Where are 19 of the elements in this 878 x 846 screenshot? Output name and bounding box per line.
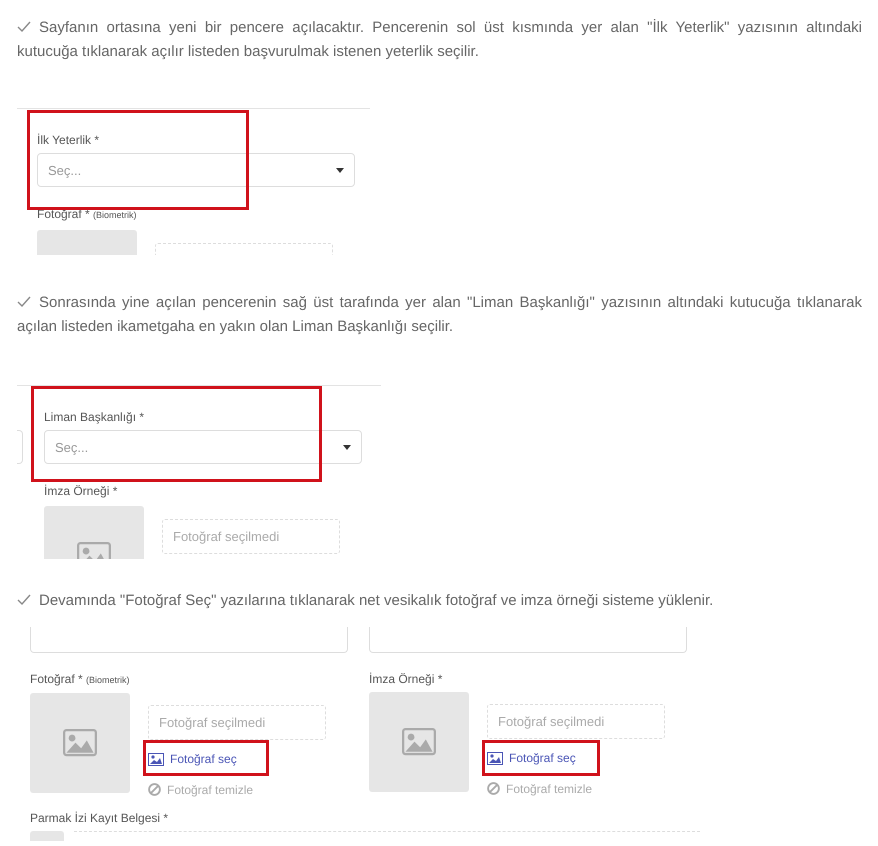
field-label: Fotoğraf * (Biometrik) (37, 207, 138, 222)
field-label: Liman Başkanlığı * (44, 410, 146, 424)
instruction-text: Devamında "Fotoğraf Seç" yazılarına tıklanarak net vesikalık fotoğraf ve imza örneği sisteme yüklenir. (17, 589, 862, 613)
field-label: İlk Yeterlik * (37, 133, 100, 147)
file-status-field: Fotoğraf seçilmedi (162, 519, 340, 554)
field-label: Parmak İzi Kayıt Belgesi * (30, 811, 170, 825)
field-label: Fotoğraf * (Biometrik) (30, 672, 131, 687)
select-field[interactable]: Seç... (37, 153, 355, 187)
clear-photo-link[interactable]: Fotoğraf temizle (487, 782, 592, 796)
file-status-field: Fotoğraf seçilmedi (487, 704, 665, 739)
select-field[interactable]: Seç... (44, 430, 362, 464)
field-label: İmza Örneği * (44, 484, 118, 498)
instruction-text: Sayfanın ortasına yeni bir pencere açılacaktır. Pencerenin sol üst kısmında yer alan "İlk Yeterlik" yazısının altındaki kutucuğa tıklanarak açılır listeden başvurulmak istenen yeterlik seçilir. (17, 18, 862, 62)
choose-photo-link[interactable]: Fotoğraf seç (487, 751, 576, 765)
file-status-field: Fotoğraf seçilmedi (148, 705, 326, 740)
field-label: İmza Örneği * (369, 672, 444, 686)
instruction-text: Sonrasında yine açılan pencerenin sağ üst tarafında yer alan "Liman Başkanlığı" yazısının altındaki kutucuğa tıklanarak açılan listeden ikametgaha en yakın olan Liman Başkanlığı seçilir. (17, 293, 862, 337)
choose-photo-link[interactable]: Fotoğraf seç (148, 752, 237, 766)
clear-photo-link[interactable]: Fotoğraf temizle (148, 782, 254, 796)
